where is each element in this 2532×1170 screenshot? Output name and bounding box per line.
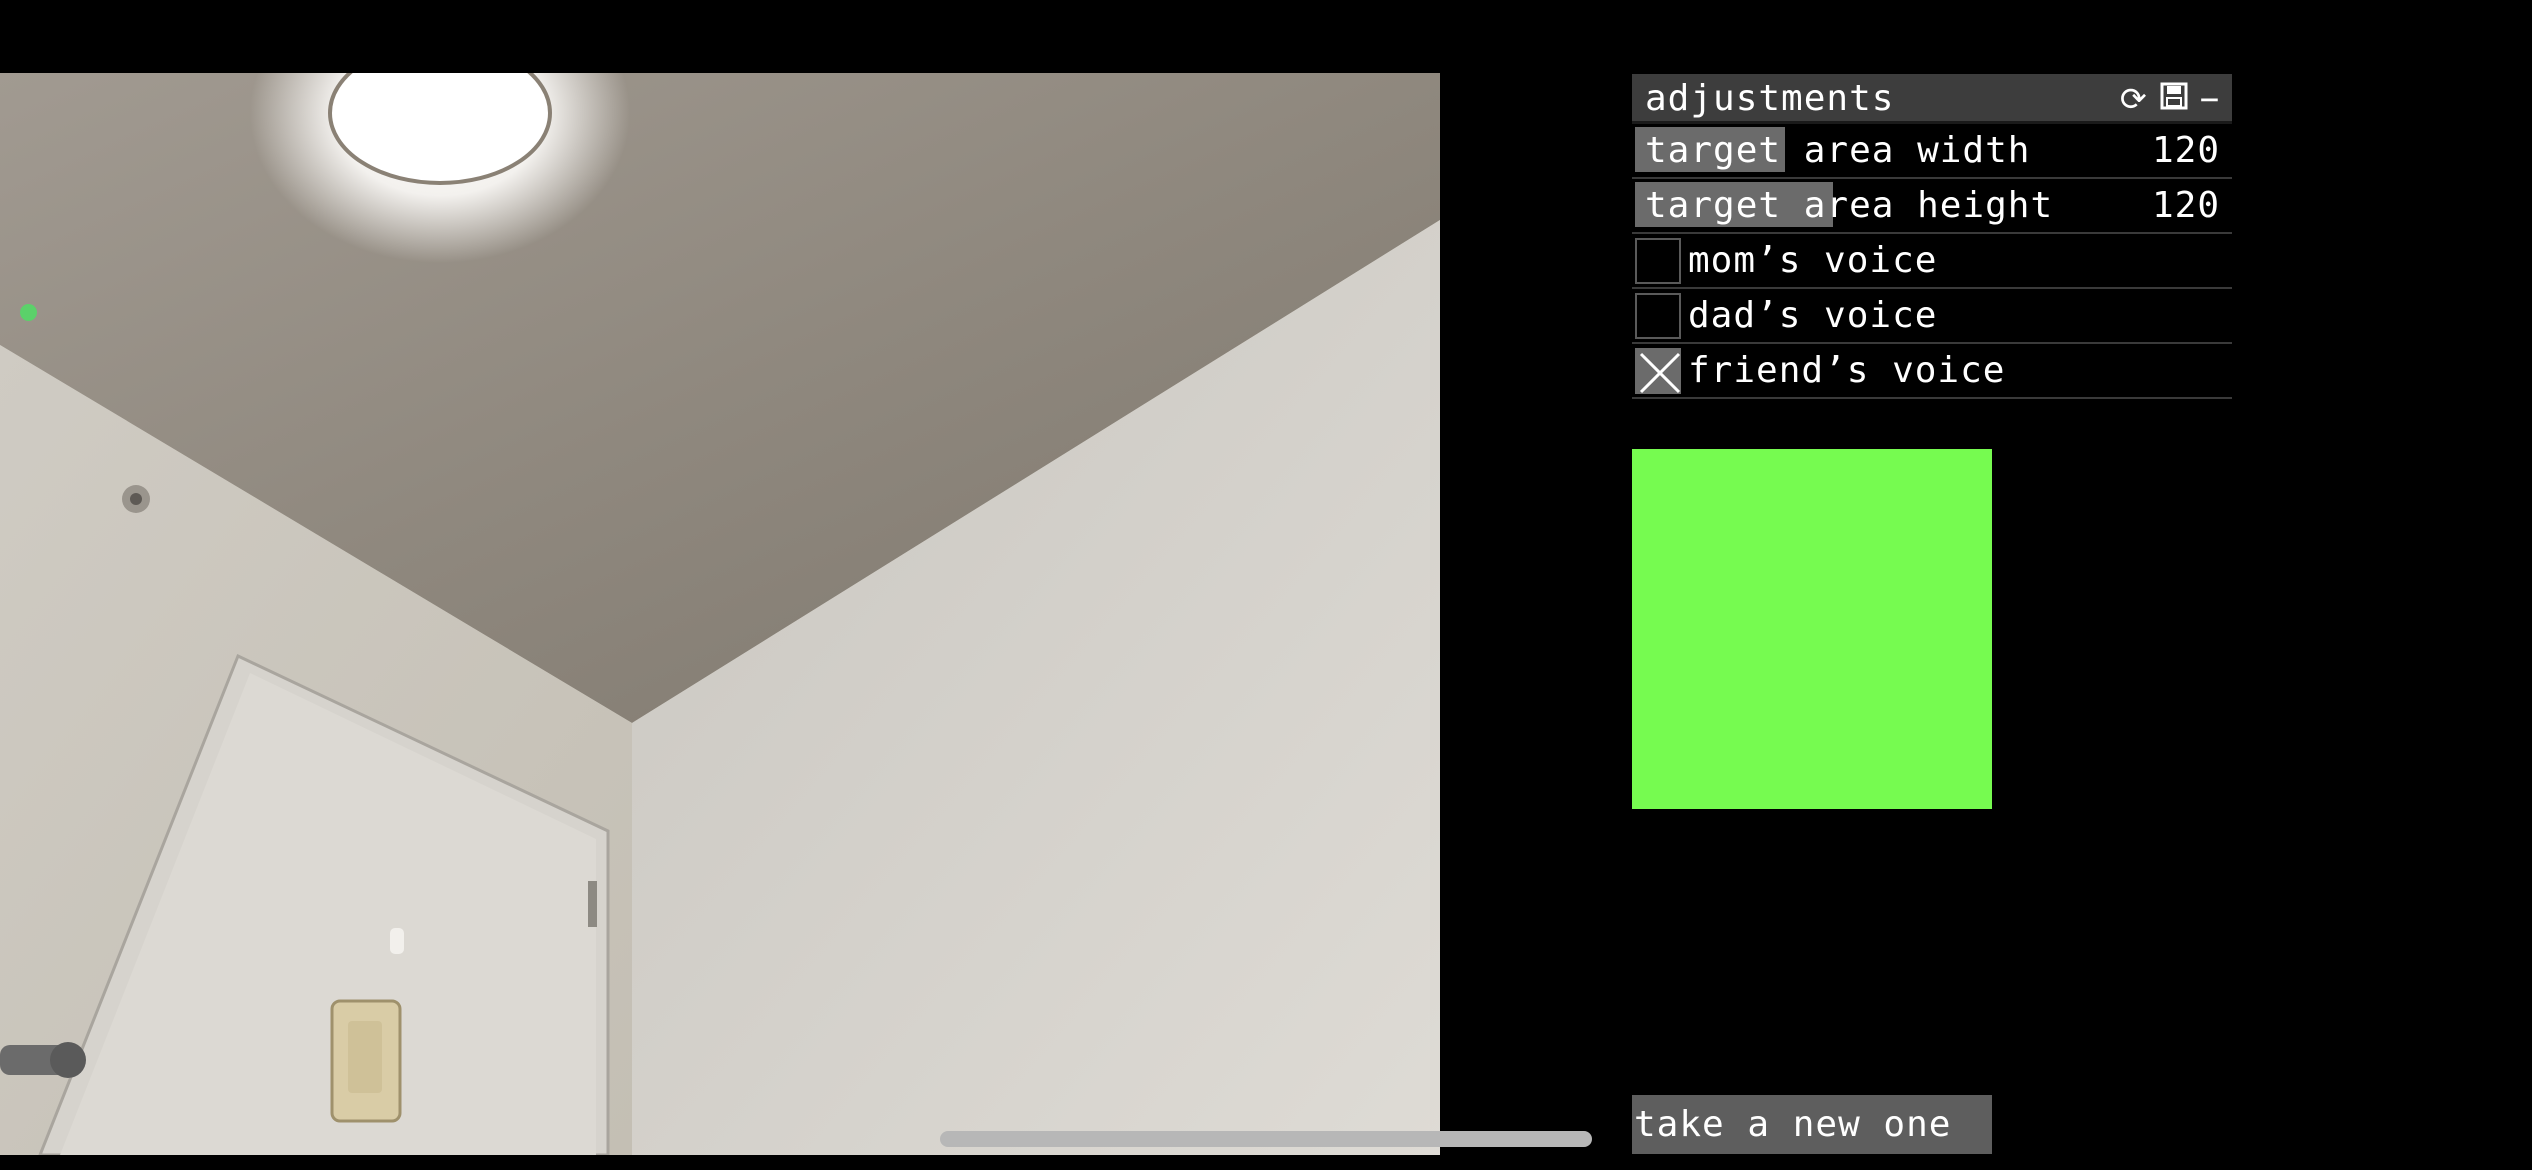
camera-view <box>0 73 1440 1155</box>
tracking-dot <box>20 304 37 321</box>
slider-label: target area height <box>1645 185 2054 226</box>
panel-header: adjustments ⟳ − <box>1632 74 2232 124</box>
slider-target-area-width[interactable]: target area width 120 <box>1632 124 2232 179</box>
check-x-icon <box>1639 352 1681 394</box>
checkbox-label: friend’s voice <box>1688 350 2006 391</box>
take-new-one-button[interactable]: take a new one <box>1632 1095 1992 1154</box>
slider-label: target area width <box>1645 130 2031 171</box>
slider-value: 120 <box>2151 130 2220 171</box>
adjustments-panel: adjustments ⟳ − target area width 120 ta… <box>1632 74 2232 399</box>
checkbox-row-moms-voice[interactable]: mom’s voice <box>1632 234 2232 289</box>
minimize-icon[interactable]: − <box>2200 74 2220 124</box>
refresh-icon[interactable]: ⟳ <box>2120 74 2148 124</box>
slider-value: 120 <box>2151 185 2220 226</box>
checkbox-label: dad’s voice <box>1688 295 1938 336</box>
save-icon[interactable] <box>2160 74 2188 124</box>
checkbox-checked[interactable] <box>1635 348 1681 394</box>
checkbox[interactable] <box>1635 293 1681 339</box>
panel-title: adjustments <box>1645 78 1895 119</box>
color-preview-swatch <box>1632 449 1992 809</box>
checkbox-label: mom’s voice <box>1688 240 1938 281</box>
checkbox-row-friends-voice[interactable]: friend’s voice <box>1632 344 2232 399</box>
checkbox[interactable] <box>1635 238 1681 284</box>
slider-target-area-height[interactable]: target area height 120 <box>1632 179 2232 234</box>
home-indicator[interactable] <box>940 1131 1592 1147</box>
camera-scene <box>0 73 1440 1155</box>
checkbox-row-dads-voice[interactable]: dad’s voice <box>1632 289 2232 344</box>
